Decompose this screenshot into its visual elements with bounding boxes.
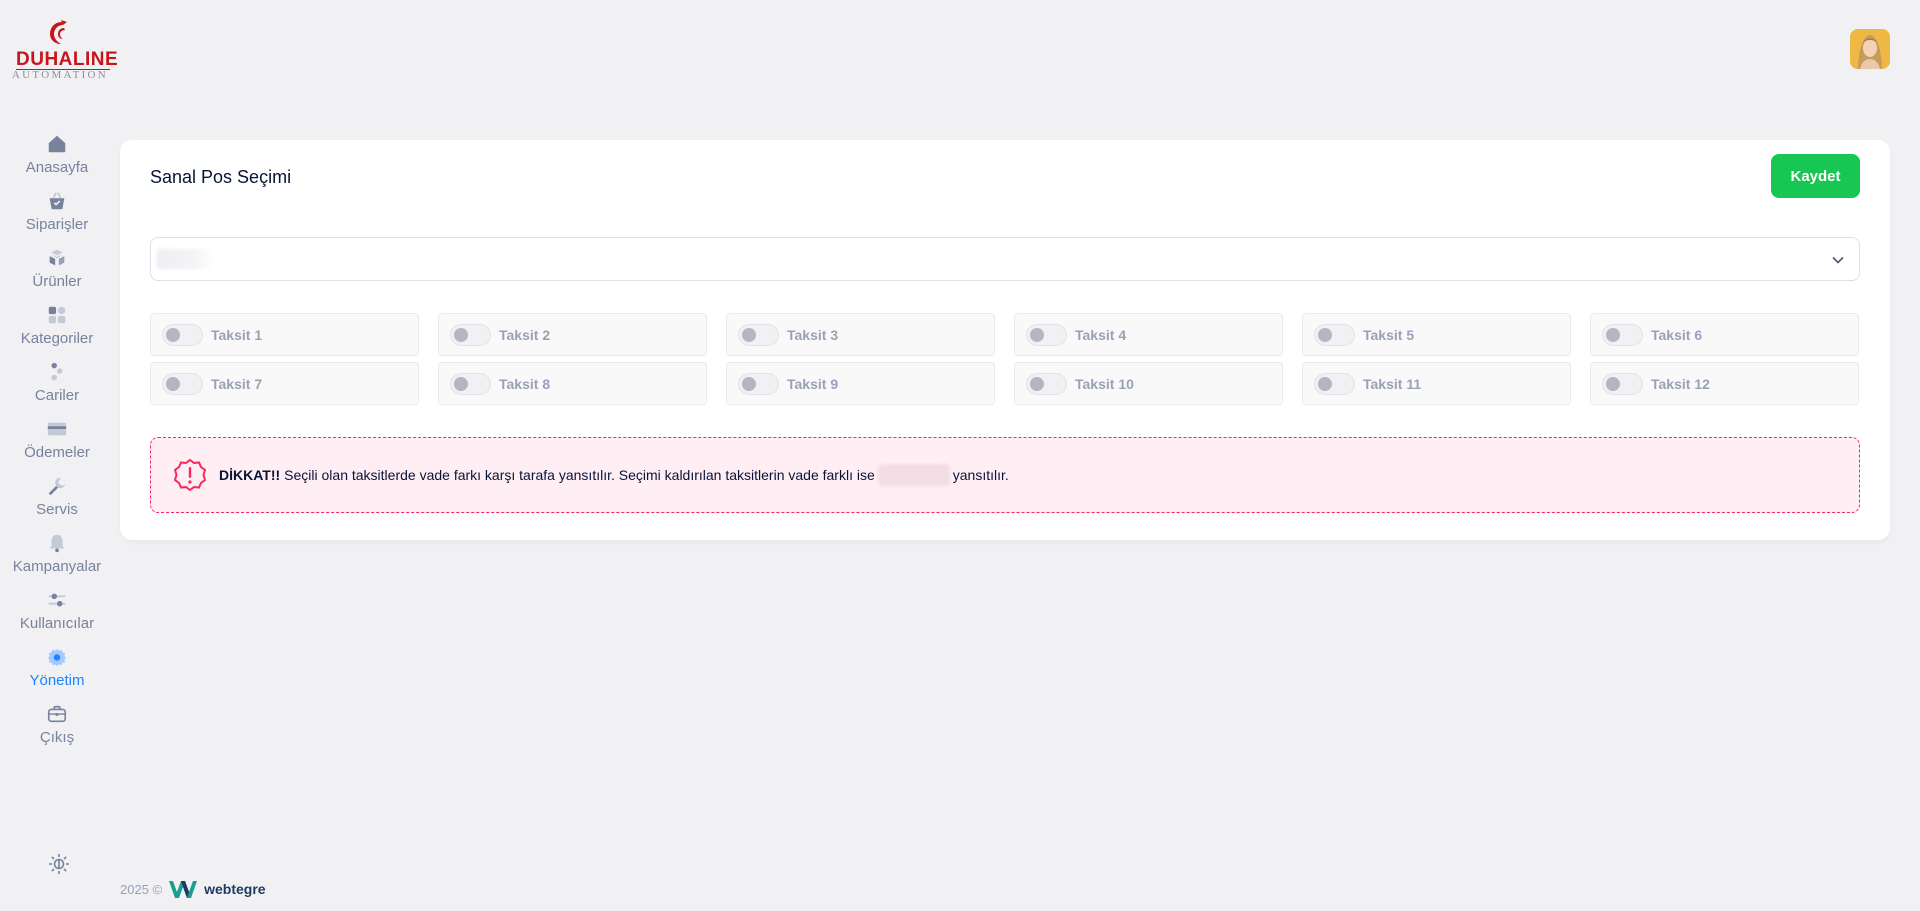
installment-label: Taksit 9 bbox=[787, 375, 839, 392]
logo-mark-icon bbox=[50, 20, 67, 44]
installment-toggle[interactable] bbox=[162, 323, 203, 346]
installment-label: Taksit 7 bbox=[211, 375, 263, 392]
sidebar-item-anasayfa[interactable]: Anasayfa bbox=[0, 132, 114, 189]
theme-toggle-button[interactable] bbox=[48, 853, 70, 875]
card-title: Sanal Pos Seçimi bbox=[150, 167, 292, 187]
avatar-portrait-icon bbox=[1850, 29, 1890, 69]
installment-option[interactable]: Taksit 7 bbox=[150, 362, 419, 405]
gear-icon bbox=[45, 645, 69, 669]
installment-option[interactable]: Taksit 4 bbox=[1014, 313, 1283, 356]
sidebar-item-urunler[interactable]: Ürünler bbox=[0, 246, 114, 303]
footer: 2025 © webtegre bbox=[120, 878, 266, 900]
installment-toggle[interactable] bbox=[1602, 323, 1643, 346]
sidebar-item-label: Kampanyalar bbox=[12, 558, 102, 575]
installment-toggle[interactable] bbox=[450, 323, 491, 346]
sidebar-item-yonetim[interactable]: Yönetim bbox=[0, 645, 114, 702]
sun-icon bbox=[49, 854, 69, 874]
installment-option[interactable]: Taksit 11 bbox=[1302, 362, 1571, 405]
warning-icon bbox=[173, 458, 207, 492]
briefcase-icon bbox=[45, 702, 69, 726]
user-avatar[interactable] bbox=[1850, 29, 1890, 69]
installment-label: Taksit 1 bbox=[211, 326, 263, 343]
installment-toggle[interactable] bbox=[1026, 372, 1067, 395]
brand-tagline: AUTOMATION bbox=[11, 69, 109, 81]
credit-card-icon bbox=[45, 417, 69, 441]
sidebar-item-label: Kullanıcılar bbox=[19, 615, 95, 632]
installment-option[interactable]: Taksit 12 bbox=[1590, 362, 1859, 405]
webtegre-logo-icon bbox=[169, 881, 198, 898]
installment-label: Taksit 6 bbox=[1651, 326, 1703, 343]
installment-toggle[interactable] bbox=[1314, 323, 1355, 346]
sidebar-item-label: Ürünler bbox=[32, 273, 82, 290]
footer-copyright: 2025 © bbox=[120, 881, 163, 897]
installment-option[interactable]: Taksit 5 bbox=[1302, 313, 1571, 356]
sidebar-item-servis[interactable]: Servis bbox=[0, 474, 114, 531]
installment-option[interactable]: Taksit 6 bbox=[1590, 313, 1859, 356]
pos-select-value-redacted bbox=[157, 249, 213, 269]
sliders-icon bbox=[45, 588, 69, 612]
installment-label: Taksit 8 bbox=[499, 375, 551, 392]
installment-option[interactable]: Taksit 3 bbox=[726, 313, 995, 356]
people-icon bbox=[45, 360, 69, 384]
installment-toggle[interactable] bbox=[1314, 372, 1355, 395]
sidebar-item-label: Kategoriler bbox=[20, 330, 94, 347]
sidebar-nav: Anasayfa Siparişler Ürünler Kategoriler … bbox=[0, 132, 114, 759]
warning-message: DİKKAT!! Seçili olan taksitlerde vade fa… bbox=[219, 464, 1009, 486]
warning-alert: DİKKAT!! Seçili olan taksitlerde vade fa… bbox=[150, 437, 1860, 513]
installment-toggle[interactable] bbox=[1602, 372, 1643, 395]
installment-toggle[interactable] bbox=[1026, 323, 1067, 346]
sidebar-item-label: Siparişler bbox=[25, 216, 89, 233]
boxes-icon bbox=[45, 246, 69, 270]
installment-toggle[interactable] bbox=[738, 323, 779, 346]
category-icon bbox=[45, 303, 69, 327]
sidebar-item-label: Servis bbox=[36, 501, 78, 518]
sidebar-item-kullanicilar[interactable]: Kullanıcılar bbox=[0, 588, 114, 645]
redacted-value bbox=[877, 464, 950, 486]
home-icon bbox=[45, 132, 69, 156]
sidebar-item-siparisler[interactable]: Siparişler bbox=[0, 189, 114, 246]
pos-select[interactable] bbox=[150, 237, 1860, 281]
installment-option[interactable]: Taksit 9 bbox=[726, 362, 995, 405]
save-button[interactable]: Kaydet bbox=[1771, 154, 1860, 198]
sidebar-item-cikis[interactable]: Çıkış bbox=[0, 702, 114, 759]
sidebar-item-cariler[interactable]: Cariler bbox=[0, 360, 114, 417]
sidebar-item-kategoriler[interactable]: Kategoriler bbox=[0, 303, 114, 360]
warning-text-before: Seçili olan taksitlerde vade farkı karşı… bbox=[284, 467, 875, 483]
installment-toggle[interactable] bbox=[162, 372, 203, 395]
brand-name: DUHALINE bbox=[16, 49, 119, 70]
sidebar-item-odemeler[interactable]: Ödemeler bbox=[0, 417, 114, 474]
sidebar-item-label: Yönetim bbox=[29, 672, 85, 689]
sidebar-item-kampanyalar[interactable]: Kampanyalar bbox=[0, 531, 114, 588]
installment-grid: Taksit 1 Taksit 2 Taksit 3 Taksit 4 Taks… bbox=[150, 313, 1860, 405]
installment-toggle[interactable] bbox=[738, 372, 779, 395]
installment-toggle[interactable] bbox=[450, 372, 491, 395]
basket-icon bbox=[45, 189, 69, 213]
chevron-down-icon bbox=[1832, 256, 1844, 264]
footer-brand-link[interactable]: webtegre bbox=[168, 878, 266, 900]
installment-label: Taksit 11 bbox=[1363, 375, 1422, 392]
brand-logo[interactable]: DUHALINE AUTOMATION bbox=[10, 20, 119, 81]
installment-label: Taksit 5 bbox=[1363, 326, 1415, 343]
installment-label: Taksit 2 bbox=[499, 326, 551, 343]
footer-brand-name: webtegre bbox=[204, 881, 266, 897]
installment-option[interactable]: Taksit 2 bbox=[438, 313, 707, 356]
warning-title: DİKKAT!! bbox=[219, 467, 281, 483]
installment-option[interactable]: Taksit 1 bbox=[150, 313, 419, 356]
installment-label: Taksit 10 bbox=[1075, 375, 1134, 392]
warning-text-after: yansıtılır. bbox=[952, 467, 1009, 483]
installment-label: Taksit 12 bbox=[1651, 375, 1710, 392]
installment-option[interactable]: Taksit 10 bbox=[1014, 362, 1283, 405]
installment-label: Taksit 4 bbox=[1075, 326, 1127, 343]
notification-icon bbox=[45, 531, 69, 555]
sidebar-item-label: Anasayfa bbox=[25, 159, 89, 176]
installment-label: Taksit 3 bbox=[787, 326, 839, 343]
installment-option[interactable]: Taksit 8 bbox=[438, 362, 707, 405]
sidebar-item-label: Çıkış bbox=[39, 729, 75, 746]
sidebar-item-label: Cariler bbox=[34, 387, 80, 404]
virtual-pos-card: Sanal Pos Seçimi Kaydet Taksit 1 Taksit … bbox=[120, 140, 1890, 540]
wrench-icon bbox=[45, 474, 69, 498]
sidebar-item-label: Ödemeler bbox=[24, 444, 90, 461]
